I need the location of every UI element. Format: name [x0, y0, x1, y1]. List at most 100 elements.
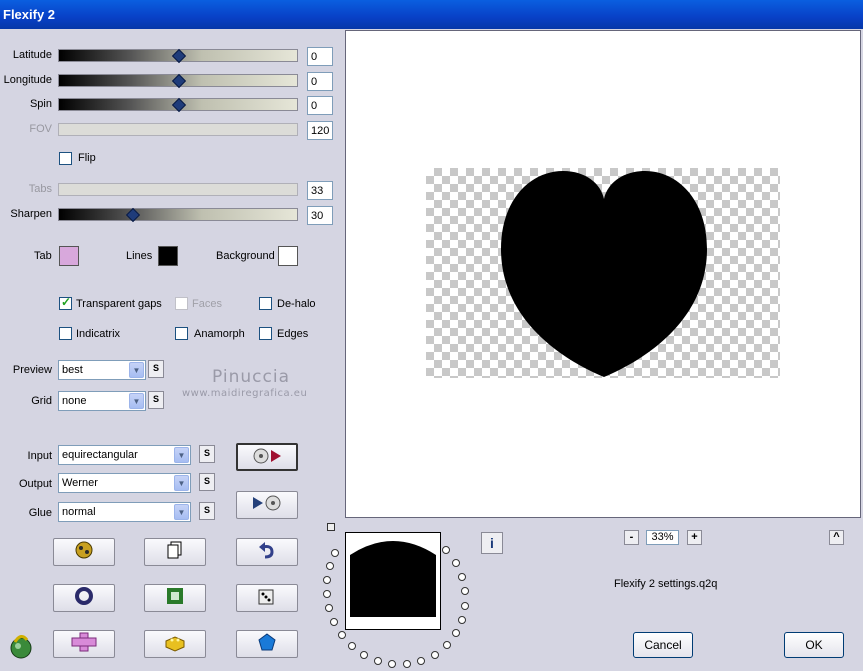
output-select[interactable]: Werner ▼ [58, 473, 191, 493]
navigator-dot[interactable] [388, 660, 396, 668]
ladybug-icon [54, 539, 114, 565]
navigator-dot[interactable] [461, 587, 469, 595]
zoom-in-button[interactable]: + [687, 530, 702, 545]
navigator-dot[interactable] [326, 562, 334, 570]
plus-button[interactable] [53, 630, 115, 658]
glue-select-value: normal [62, 506, 96, 518]
de-halo-label: De-halo [277, 298, 316, 310]
info-button[interactable]: i [481, 532, 503, 554]
longitude-thumb[interactable] [171, 73, 187, 89]
spin-field[interactable]: 0 [307, 96, 333, 115]
navigator-dot[interactable] [452, 559, 460, 567]
transparent-gaps-checkbox[interactable]: ✓ [59, 295, 72, 310]
navigator-dot[interactable] [360, 651, 368, 659]
latitude-slider[interactable] [58, 48, 298, 64]
sharpen-field[interactable]: 30 [307, 206, 333, 225]
glue-s-button[interactable]: S [199, 502, 215, 520]
spin-slider[interactable] [58, 97, 298, 113]
dice-button[interactable] [236, 584, 298, 612]
fov-field: 120 [307, 121, 333, 140]
zoom-level: 33% [646, 530, 679, 545]
arrow-right-disc-icon [237, 492, 297, 518]
navigator-dot[interactable] [323, 576, 331, 584]
output-select-value: Werner [62, 477, 98, 489]
brick-button[interactable] [144, 630, 206, 658]
navigator-dot[interactable] [443, 641, 451, 649]
swap-input-button[interactable] [236, 443, 298, 471]
preview-panel[interactable] [345, 30, 861, 518]
latitude-field[interactable]: 0 [307, 47, 333, 66]
anamorph-checkbox[interactable] [175, 327, 188, 340]
navigator-dot[interactable] [452, 629, 460, 637]
undo-icon [237, 539, 297, 565]
disc-arrow-right-icon [238, 445, 296, 469]
window-title: Flexify 2 [3, 7, 56, 22]
preview-s-button[interactable]: S [148, 360, 164, 378]
navigator-dot[interactable] [431, 651, 439, 659]
navigator-dot[interactable] [348, 642, 356, 650]
edges-label: Edges [277, 328, 309, 340]
cancel-button[interactable]: Cancel [633, 632, 693, 658]
navigator-dot[interactable] [331, 549, 339, 557]
chevron-down-icon[interactable]: ▼ [129, 393, 144, 409]
longitude-slider[interactable] [58, 73, 298, 89]
indicatrix-checkbox[interactable] [59, 327, 72, 340]
input-select[interactable]: equirectangular ▼ [58, 445, 191, 465]
faces-label: Faces [192, 298, 222, 310]
preview-select[interactable]: best ▼ [58, 360, 146, 380]
navigator-dot[interactable] [461, 602, 469, 610]
flip-checkbox[interactable] [59, 152, 72, 165]
copy-button[interactable] [144, 538, 206, 566]
de-halo-checkbox[interactable] [259, 297, 272, 310]
output-select-label: Output [18, 478, 52, 490]
navigator-dot[interactable] [338, 631, 346, 639]
grid-select[interactable]: none ▼ [58, 391, 146, 411]
navigator-dot[interactable] [323, 590, 331, 598]
chevron-down-icon[interactable]: ▼ [174, 447, 189, 463]
longitude-field[interactable]: 0 [307, 72, 333, 91]
lines-color-swatch[interactable] [158, 246, 178, 266]
sharpen-thumb[interactable] [125, 207, 141, 223]
ok-button[interactable]: OK [784, 632, 844, 658]
edges-checkbox[interactable] [259, 327, 272, 340]
scroll-up-button[interactable]: ^ [829, 530, 844, 545]
input-s-button[interactable]: S [199, 445, 215, 463]
navigator-dot[interactable] [325, 604, 333, 612]
navigator-dot[interactable] [458, 616, 466, 624]
ring-button[interactable] [53, 584, 115, 612]
randomize-button[interactable] [53, 538, 115, 566]
pentagon-button[interactable] [236, 630, 298, 658]
navigator-dot[interactable] [403, 660, 411, 668]
navigator-thumbnail[interactable] [345, 532, 441, 630]
latitude-thumb[interactable] [171, 48, 187, 64]
navigator-dot[interactable] [330, 618, 338, 626]
navigator-handle[interactable] [327, 523, 335, 531]
glue-select[interactable]: normal ▼ [58, 502, 191, 522]
navigator-dot[interactable] [417, 657, 425, 665]
lines-color-label: Lines [126, 250, 153, 262]
background-color-swatch[interactable] [278, 246, 298, 266]
spin-thumb[interactable] [171, 97, 187, 113]
frame-button[interactable] [144, 584, 206, 612]
ring-icon [54, 585, 114, 611]
chevron-down-icon[interactable]: ▼ [174, 504, 189, 520]
heart-shape [501, 171, 707, 377]
grid-select-value: none [62, 395, 87, 407]
zoom-out-button[interactable]: - [624, 530, 639, 545]
output-s-button[interactable]: S [199, 473, 215, 491]
sharpen-slider[interactable] [58, 207, 298, 223]
undo-button[interactable] [236, 538, 298, 566]
input-select-label: Input [27, 450, 52, 462]
tab-color-swatch[interactable] [59, 246, 79, 266]
chevron-down-icon[interactable]: ▼ [174, 475, 189, 491]
grid-s-button[interactable]: S [148, 391, 164, 409]
settings-filename: Flexify 2 settings.q2q [614, 578, 718, 590]
navigator-dot[interactable] [374, 657, 382, 665]
navigator-dot[interactable] [458, 573, 466, 581]
watermark-url: www.maidiregrafica.eu [182, 388, 308, 399]
sharpen-label: Sharpen [10, 208, 52, 220]
navigator-dot[interactable] [442, 546, 450, 554]
chevron-down-icon[interactable]: ▼ [129, 362, 144, 378]
swap-output-button[interactable] [236, 491, 298, 519]
tab-color-label: Tab [34, 250, 52, 262]
